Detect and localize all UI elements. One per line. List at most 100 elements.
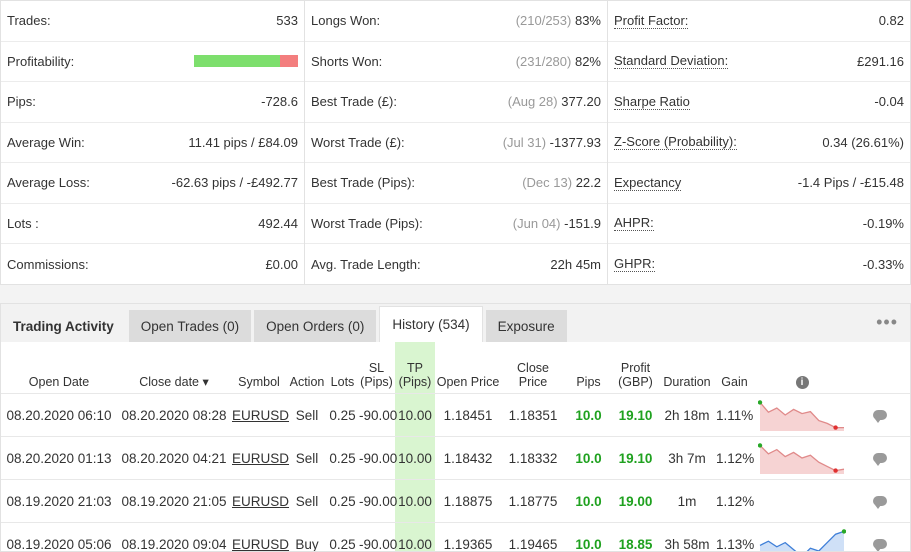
stat-number: £0.00 [265, 256, 298, 272]
stats-panel: Trades: 533 Profitability: Pips: -728.6 Avera… [0, 0, 911, 285]
cell-symbol-text[interactable]: EURUSD [232, 494, 289, 509]
stat-row: Average Win: 11.41 pips / £84.09 [1, 123, 304, 163]
sparkline-area [760, 531, 844, 551]
stat-value: 0.82 [879, 13, 904, 28]
cell-pips-text: 10.0 [575, 536, 602, 552]
cell-tp: 10.00 [395, 436, 435, 480]
header-close-date[interactable]: Close date ▾ [117, 342, 231, 394]
stat-label[interactable]: AHPR: [614, 215, 654, 232]
header-tp[interactable]: TP (Pips) [395, 342, 435, 394]
cell-close-price: 1.18775 [501, 479, 565, 523]
stat-label: Trades: [7, 13, 51, 29]
header-open-price[interactable]: Open Price [435, 342, 501, 394]
header-info[interactable]: i [754, 342, 850, 394]
header-profit[interactable]: Profit (GBP) [612, 342, 659, 394]
stats-column-ratios: Profit Factor: 0.82 Standard Deviation: £29… [607, 1, 910, 284]
stat-label[interactable]: Sharpe Ratio [614, 94, 690, 110]
cell-duration: 3h 58m [659, 522, 715, 551]
stat-row: Profitability: [1, 42, 304, 82]
sparkline-max-point [758, 443, 763, 448]
stat-row: Lots : 492.44 [1, 204, 304, 244]
table-row[interactable]: 08.20.2020 01:13 08.20.2020 04:21 EURUSD Se… [1, 436, 910, 480]
info-icon[interactable]: i [795, 376, 809, 389]
cell-gain-chart [754, 393, 850, 437]
stat-row: GHPR: -0.33% [608, 244, 910, 285]
header-open-date[interactable]: Open Date [1, 342, 117, 394]
stat-label: Commissions: [7, 256, 89, 272]
tab-history[interactable]: History (534) [379, 306, 483, 342]
stat-value: -0.19% [863, 216, 904, 231]
stat-label[interactable]: GHPR: [614, 256, 656, 273]
stat-row: Best Trade (Pips): (Dec 13) 22.2 [305, 163, 607, 204]
cell-open-price: 1.18875 [435, 479, 501, 523]
stat-label: Average Win: [7, 134, 85, 150]
cell-duration: 2h 18m [659, 393, 715, 437]
cell-open-date: 08.19.2020 21:03 [1, 479, 117, 523]
stat-value: -1.4 Pips / -£15.48 [798, 175, 904, 190]
sparkline-area [760, 445, 844, 474]
cell-profit-text: 19.10 [618, 407, 653, 423]
header-tp-unit: (Pips) [398, 375, 432, 389]
cell-close-date: 08.20.2020 08:28 [117, 393, 231, 437]
stat-label: Avg. Trade Length: [311, 256, 421, 272]
comment-icon[interactable] [873, 452, 887, 466]
stat-label[interactable]: Expectancy [614, 175, 682, 191]
stat-label: Lots : [7, 215, 39, 231]
cell-symbol-text[interactable]: EURUSD [232, 537, 289, 552]
cell-symbol[interactable]: EURUSD [231, 522, 289, 552]
cell-close-price: 1.18332 [501, 436, 565, 480]
tab-open-trades[interactable]: Open Trades (0) [128, 310, 252, 342]
comment-icon[interactable] [873, 409, 887, 423]
tab-open-orders[interactable]: Open Orders (0) [254, 310, 377, 342]
more-options-icon[interactable]: ••• [876, 312, 898, 333]
header-profit-label: Profit [620, 361, 651, 375]
cell-duration: 1m [659, 479, 715, 523]
gain-sparkline [758, 443, 845, 474]
tab-exposure[interactable]: Exposure [485, 310, 567, 342]
table-row[interactable]: 08.19.2020 05:06 08.19.2020 09:04 EURUSD Bu… [1, 522, 910, 552]
stat-number: -0.19% [862, 215, 904, 231]
stat-row: Average Loss: -62.63 pips / -£492.77 [1, 163, 304, 204]
sparkline-area [760, 402, 844, 431]
table-row[interactable]: 08.20.2020 06:10 08.20.2020 08:28 EURUSD Se… [1, 393, 910, 437]
stat-note: (Jun 04) [512, 215, 561, 231]
stat-note: (210/253) [515, 13, 572, 29]
cell-lots: 0.25 [327, 522, 358, 551]
cell-symbol[interactable]: EURUSD [231, 436, 289, 480]
stat-row: Pips: -728.6 [1, 82, 304, 123]
trading-activity-panel: Trading Activity Open Trades (0) Open Or… [0, 303, 911, 552]
header-duration[interactable]: Duration [659, 342, 715, 394]
cell-open-price: 1.18432 [435, 436, 501, 480]
stat-number: 22h 45m [550, 256, 601, 272]
header-gain[interactable]: Gain [715, 342, 754, 394]
cell-pips: 10.0 [565, 522, 612, 552]
cell-gain-chart [754, 479, 850, 523]
header-sl[interactable]: SL (Pips) [358, 342, 395, 394]
header-action[interactable]: Action [287, 342, 327, 394]
cell-symbol[interactable]: EURUSD [231, 479, 289, 523]
comment-icon[interactable] [873, 538, 887, 551]
cell-profit: 19.00 [612, 479, 659, 523]
header-symbol[interactable]: Symbol [231, 342, 287, 394]
stat-row: AHPR: -0.19% [608, 204, 910, 244]
table-row[interactable]: 08.19.2020 21:03 08.19.2020 21:05 EURUSD Se… [1, 479, 910, 523]
stat-note: (Jul 31) [502, 134, 547, 150]
header-close-price[interactable]: Close Price [501, 342, 565, 394]
cell-symbol-text[interactable]: EURUSD [232, 451, 289, 466]
cell-tp: 10.00 [395, 522, 435, 551]
stat-label[interactable]: Z-Score (Probability): [614, 134, 737, 151]
stat-row: Profit Factor: 0.82 [608, 1, 910, 42]
cell-symbol-text[interactable]: EURUSD [232, 408, 289, 423]
comment-icon[interactable] [873, 495, 887, 509]
stat-value: (Jul 31) -1377.93 [503, 135, 601, 150]
cell-symbol[interactable]: EURUSD [231, 393, 289, 437]
stat-number: -0.33% [862, 256, 904, 272]
stat-row: Shorts Won: (231/280) 82% [305, 42, 607, 82]
stat-value: 0.34 (26.61%) [822, 135, 904, 150]
stat-label[interactable]: Standard Deviation: [614, 53, 729, 70]
header-lots[interactable]: Lots [327, 342, 358, 394]
stat-number: 22.2 [575, 175, 601, 191]
cell-comment [850, 479, 910, 523]
stat-label[interactable]: Profit Factor: [614, 13, 689, 29]
header-pips[interactable]: Pips [565, 342, 612, 394]
